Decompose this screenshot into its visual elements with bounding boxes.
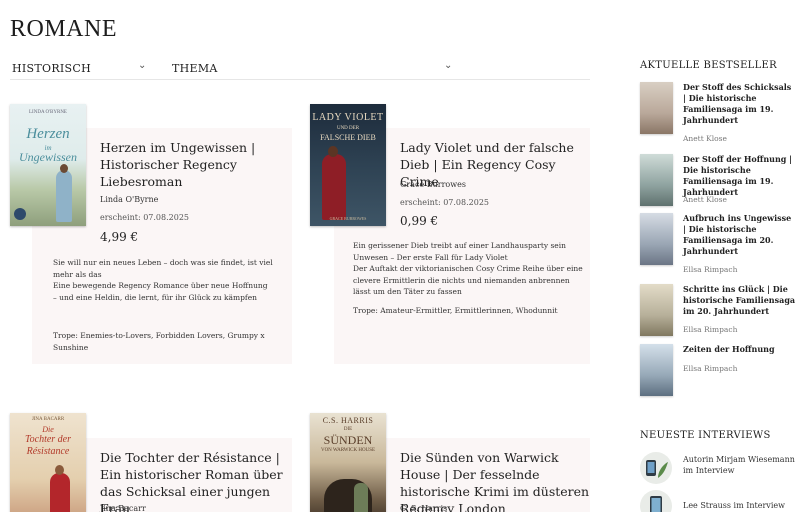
book-trope: Trope: Enemies-to-Lovers, Forbidden Love…: [53, 331, 265, 352]
bestseller-cover: [640, 213, 673, 265]
bestseller-author: Anett Klose: [683, 195, 727, 204]
bestseller-author: Ellsa Rimpach: [683, 325, 738, 334]
book-author[interactable]: C. S. Harris: [400, 504, 447, 512]
book-price: 4,99 €: [100, 230, 139, 244]
book-description: Sie will nur ein neues Leben – doch was …: [53, 258, 273, 302]
bestseller-cover: [640, 344, 673, 396]
bestseller-item[interactable]: Der Stoff der Hoffnung | Die historische…: [640, 154, 796, 208]
book-author[interactable]: Jina Bacarr: [100, 504, 146, 512]
interview-title: Autorin Mirjam Wiesemann im Interview: [683, 455, 795, 475]
book-description: Ein gerissener Dieb treibt auf einer Lan…: [353, 241, 583, 296]
filter-bar: HISTORISCH ⌄ THEMA ⌄: [10, 58, 590, 80]
book-cover[interactable]: C.S. HARRIS DIE SÜNDEN VON WARWICK HOUSE: [310, 413, 386, 512]
page-title: ROMANE: [10, 16, 118, 42]
phone-plant-icon: [640, 452, 672, 484]
book-cover[interactable]: LINDA O'BYRNE Herzen im Ungewissen: [10, 104, 86, 226]
bestseller-title: Zeiten der Hoffnung: [683, 344, 775, 354]
chevron-down-icon: ⌄: [444, 60, 453, 71]
bestseller-item[interactable]: Schritte ins Glück | Die historische Fam…: [640, 284, 796, 338]
bestseller-title: Der Stoff des Schicksals | Die historisc…: [683, 82, 792, 125]
bestseller-author: Ellsa Rimpach: [683, 265, 738, 274]
filter-thema[interactable]: THEMA ⌄: [172, 58, 452, 78]
bestseller-cover: [640, 82, 673, 134]
bestseller-author: Ellsa Rimpach: [683, 364, 738, 373]
bestseller-heading: AKTUELLE BESTSELLER: [640, 60, 777, 71]
filter-label: HISTORISCH: [12, 61, 92, 75]
phone-icon: [640, 490, 672, 512]
book-cover[interactable]: JINA BACARR Die Tochter der Résistance: [10, 413, 86, 512]
book-author[interactable]: Grace Burrowes: [400, 180, 466, 189]
bestseller-cover: [640, 284, 673, 336]
chevron-down-icon: ⌄: [138, 60, 147, 71]
bestseller-title: Aufbruch ins Ungewisse | Die historische…: [683, 213, 792, 256]
bestseller-item[interactable]: Aufbruch ins Ungewisse | Die historische…: [640, 213, 796, 274]
book-date: erscheint: 07.08.2025: [400, 198, 489, 207]
filter-historisch[interactable]: HISTORISCH ⌄: [12, 58, 152, 78]
bestseller-title: Der Stoff der Hoffnung | Die historische…: [683, 154, 793, 197]
bestseller-item[interactable]: Zeiten der Hoffnung Ellsa Rimpach: [640, 344, 796, 398]
book-author[interactable]: Linda O'Byrne: [100, 195, 158, 204]
interview-item[interactable]: Autorin Mirjam Wiesemann im Interview: [640, 452, 796, 486]
book-date: erscheint: 07.08.2025: [100, 213, 189, 222]
book-price: 0,99 €: [400, 214, 439, 228]
filter-label: THEMA: [172, 61, 218, 75]
book-title[interactable]: Die Tochter der Résistance | Ein histori…: [100, 449, 286, 512]
book-title[interactable]: Herzen im Ungewissen | Historischer Rege…: [100, 139, 280, 190]
bestseller-cover: [640, 154, 673, 206]
bestseller-author: Anett Klose: [683, 134, 727, 143]
interviews-heading: NEUESTE INTERVIEWS: [640, 430, 771, 441]
bestseller-item[interactable]: Der Stoff des Schicksals | Die historisc…: [640, 82, 796, 143]
book-title[interactable]: Die Sünden von Warwick House | Der fesse…: [400, 449, 590, 512]
interview-title: Lee Strauss im Interview: [683, 501, 785, 510]
bestseller-title: Schritte ins Glück | Die historische Fam…: [683, 284, 796, 316]
book-trope: Trope: Amateur-Ermittler, Ermittlerinnen…: [353, 306, 558, 315]
book-cover[interactable]: LADY VIOLET UND DER FALSCHE DIEB GRACE B…: [310, 104, 386, 226]
interview-item[interactable]: Lee Strauss im Interview: [640, 490, 796, 512]
